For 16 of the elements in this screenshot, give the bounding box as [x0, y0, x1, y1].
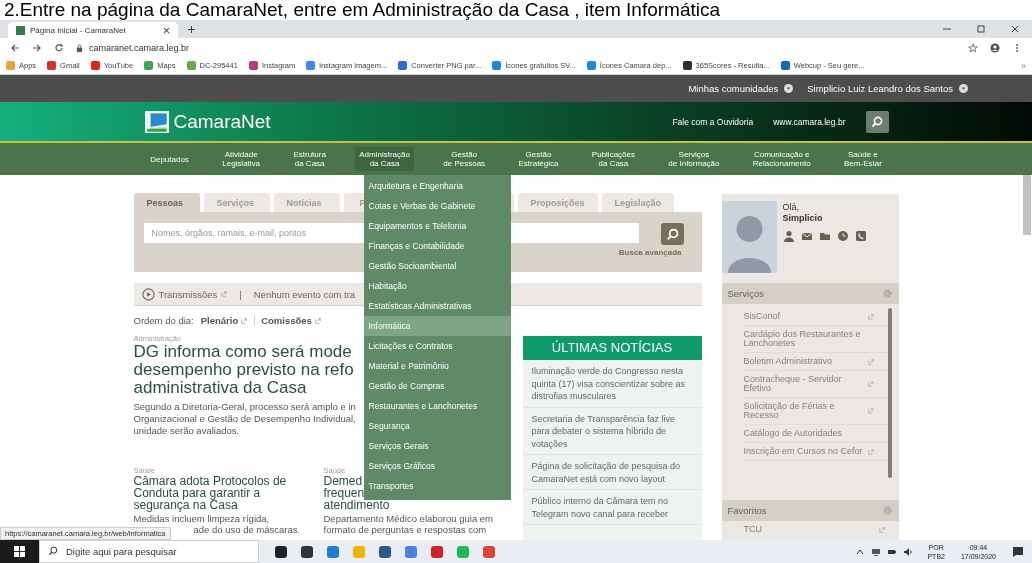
- article-text: Medidas incluem limpeza rígida,: [133, 513, 270, 524]
- user-name: Simplicio: [782, 213, 824, 224]
- summary-text: Segundo a Diretoria-Geral, processo será amplo e in: [133, 401, 356, 413]
- favorites-title: Favoritos: [727, 505, 767, 516]
- summary-text: unidade serão avaliados.: [133, 425, 240, 437]
- separator: |: [239, 288, 242, 300]
- article-text: Departamento Médico elaborou guia em: [323, 513, 493, 524]
- news-title: ÚLTIMAS NOTÍCIAS: [522, 336, 702, 360]
- greeting-text: Olá,: [782, 202, 800, 213]
- article-text: formato de perguntas e respostas com: [323, 524, 487, 535]
- agenda-label: Ordem do dia:: [133, 315, 194, 326]
- article-text: ade do uso de máscaras.: [193, 524, 301, 535]
- document-caption: 2.Entre na página da CamaraNet, entre em Administração da Casa , item Informática: [3, 0, 722, 20]
- services-title: Serviços: [727, 288, 764, 299]
- summary-text: Organizacional e Gestão de Desempenho Individual,: [133, 413, 356, 425]
- event-text: Nenhum evento com tra: [253, 288, 356, 300]
